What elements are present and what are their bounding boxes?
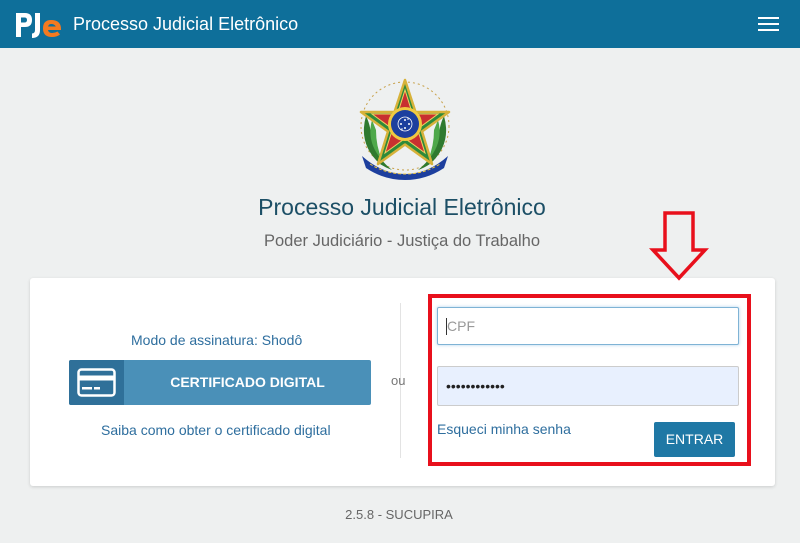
page-title: Processo Judicial Eletrônico — [258, 194, 546, 220]
get-certificate-link[interactable]: Saiba como obter o certificado digital — [101, 422, 331, 439]
app-title: Processo Judicial Eletrônico — [73, 14, 299, 34]
forgot-password-link[interactable]: Esqueci minha senha — [437, 421, 571, 438]
digital-certificate-label: CERTIFICADO DIGITAL — [170, 374, 325, 390]
signature-mode-label: Modo de assinatura: Shodô — [131, 332, 303, 348]
brazil-coat-of-arms-icon — [359, 78, 451, 180]
password-input[interactable] — [437, 366, 739, 406]
certificate-icon-box — [69, 360, 124, 405]
top-navbar: Processo Judicial Eletrônico — [0, 0, 800, 48]
login-submit-button[interactable]: ENTRAR — [654, 422, 735, 457]
or-separator: ou — [391, 373, 406, 388]
pje-logo[interactable] — [15, 11, 64, 39]
text-cursor — [446, 318, 447, 335]
hamburger-menu-icon[interactable] — [756, 14, 782, 34]
credit-card-icon — [77, 368, 116, 397]
version-label: 2.5.8 - SUCUPIRA — [345, 507, 453, 522]
cpf-input[interactable] — [437, 307, 739, 345]
page-subtitle: Poder Judiciário - Justiça do Trabalho — [263, 232, 541, 250]
digital-certificate-button[interactable]: CERTIFICADO DIGITAL — [69, 360, 371, 405]
